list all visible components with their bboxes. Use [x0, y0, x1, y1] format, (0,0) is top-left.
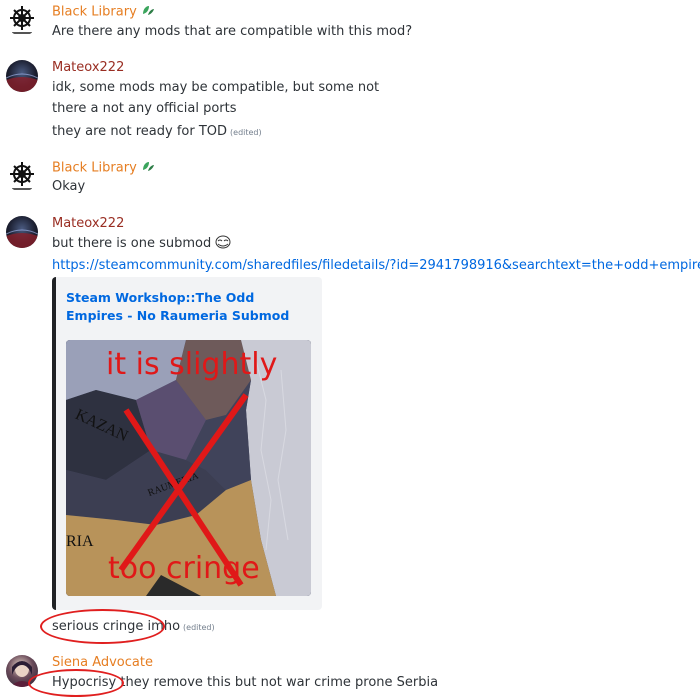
link-line: https://steamcommunity.com/sharedfiles/f… [52, 258, 700, 273]
message-text: there a not any official ports [52, 101, 237, 116]
leaf-badge-icon [141, 160, 155, 176]
edited-indicator: (edited) [230, 128, 262, 137]
author-name-text: Black Library [52, 4, 137, 20]
author-name[interactable]: Black Library [52, 4, 155, 20]
image-caption-top: it is slightly [106, 347, 277, 382]
black-library-logo-icon [10, 162, 34, 190]
author-name[interactable]: Mateox222 [52, 216, 124, 231]
edited-indicator: (edited) [183, 623, 215, 632]
author-name[interactable]: Black Library [52, 160, 155, 176]
black-library-avatar[interactable] [6, 4, 38, 36]
black-library-avatar[interactable] [6, 160, 38, 192]
author-name-text: Black Library [52, 160, 137, 176]
map-label-ria: RIA [66, 533, 94, 550]
black-library-logo-icon [10, 6, 34, 34]
message-text: Hypocrisy they remove this but not war c… [52, 675, 439, 690]
author-name[interactable]: Mateox222 [52, 60, 124, 75]
message-text: Are there any mods that are compatible w… [52, 24, 413, 39]
steam-workshop-link[interactable]: https://steamcommunity.com/sharedfiles/f… [52, 258, 700, 273]
map-image: KAZAN RAUMERIA RIA it is slightly too cr… [66, 340, 311, 596]
link-embed: Steam Workshop::The Odd Empires - No Rau… [52, 277, 322, 610]
message-text: serious cringe imho (edited) [52, 619, 215, 634]
trollface-emoji-icon [215, 235, 231, 252]
message-text-content: serious cringe imho [52, 619, 181, 634]
message-text-content: but there is one submod [52, 236, 212, 251]
message-text-content: they are not ready for TOD [52, 124, 228, 139]
image-caption-bottom: too cringe [108, 551, 260, 586]
embed-image[interactable]: KAZAN RAUMERIA RIA it is slightly too cr… [66, 340, 311, 596]
embed-title[interactable]: Steam Workshop::The Odd Empires - No Rau… [66, 289, 306, 325]
message-text: Okay [52, 179, 86, 194]
mateox-avatar[interactable] [6, 216, 38, 248]
mateox-avatar-icon [6, 73, 38, 92]
message-text: but there is one submod [52, 235, 231, 252]
siena-avatar[interactable] [6, 655, 38, 687]
author-name[interactable]: Siena Advocate [52, 655, 153, 670]
message-text: they are not ready for TOD (edited) [52, 124, 262, 139]
mateox-avatar-icon [6, 229, 38, 248]
mateox-avatar[interactable] [6, 60, 38, 92]
message-text: idk, some mods may be compatible, but so… [52, 80, 380, 95]
leaf-badge-icon [141, 4, 155, 20]
siena-avatar-icon [10, 661, 34, 687]
